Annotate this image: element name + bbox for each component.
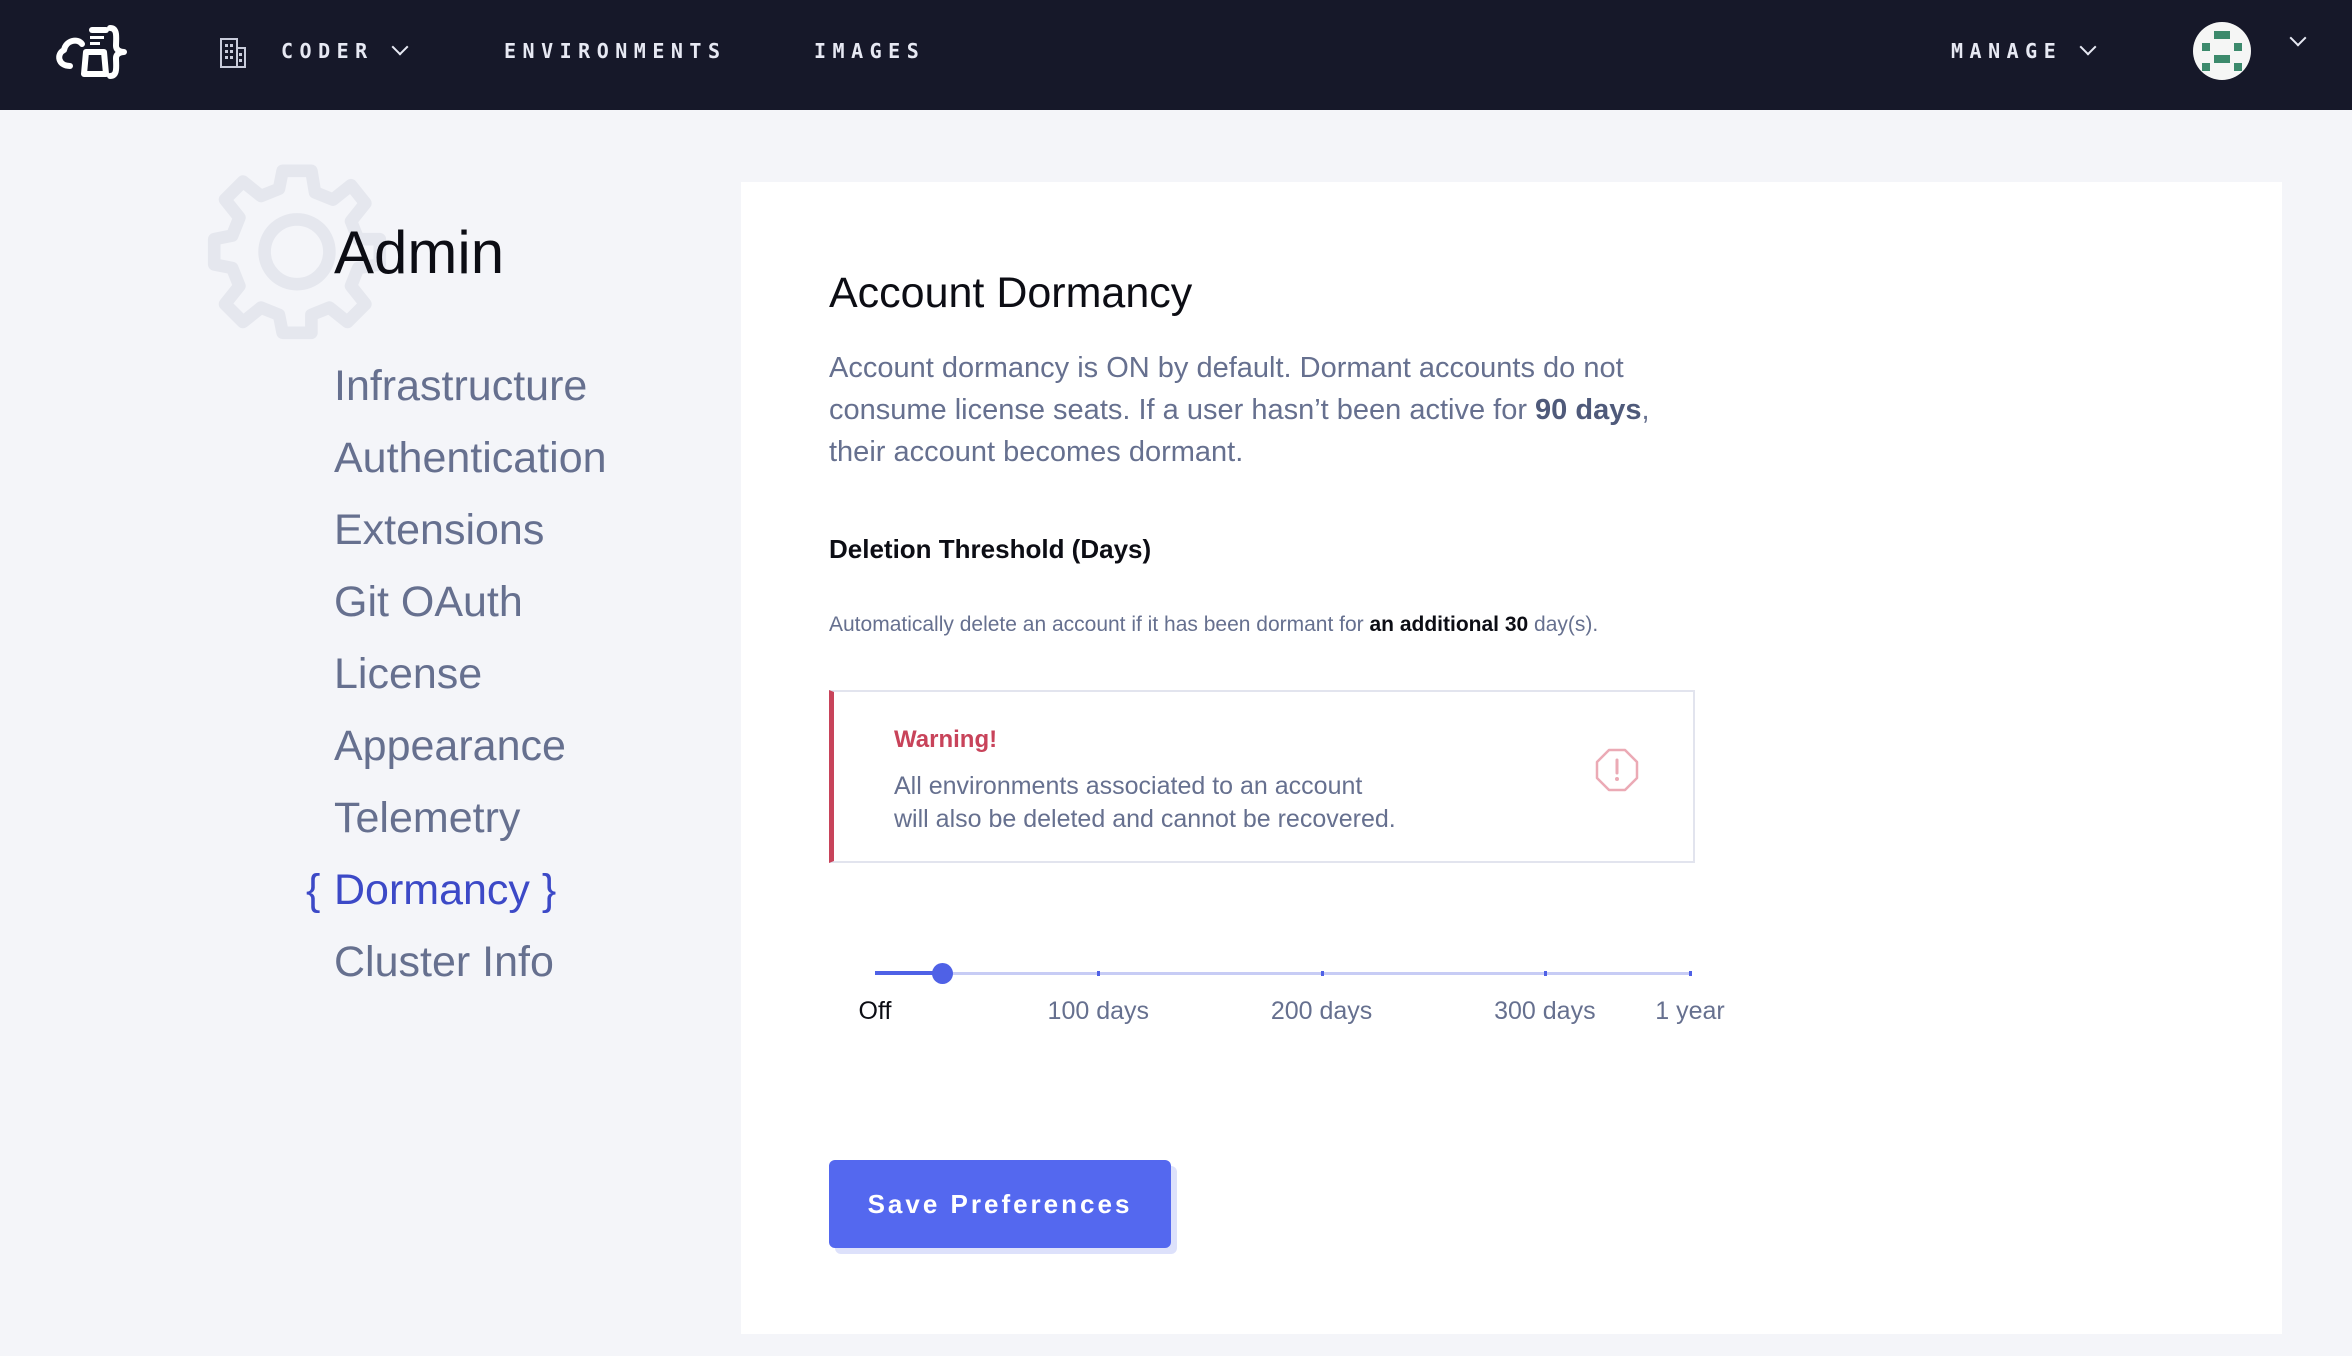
warning-line: All environments associated to an accoun…: [894, 772, 1363, 800]
description-days: 90 days: [1535, 394, 1642, 426]
chevron-down-icon: [391, 38, 409, 56]
nav-environments-label: ENVIRONMENTS: [504, 39, 727, 63]
active-brace-close: }: [541, 866, 557, 914]
org-label: CODER: [281, 39, 374, 63]
sidebar-item-label: Git OAuth: [334, 578, 523, 626]
description-text: Account dormancy is ON by default. Dorma…: [829, 352, 1624, 426]
sidebar-item-dormancy[interactable]: { Dormancy }: [300, 859, 607, 931]
slider-mark-label[interactable]: 100 days: [1048, 997, 1149, 1026]
dormancy-settings-card: Account Dormancy Account dormancy is ON …: [741, 182, 2282, 1334]
admin-sidebar-nav: Infrastructure Authentication Extensions…: [300, 355, 607, 1003]
warning-title: Warning!: [894, 726, 998, 753]
sidebar-item-appearance[interactable]: Appearance: [300, 715, 607, 787]
manage-label: MANAGE: [1951, 39, 2063, 63]
warning-callout: Warning! All environments associated to …: [829, 690, 1695, 863]
sidebar-item-label: Dormancy: [334, 866, 530, 914]
threshold-label: Deletion Threshold (Days): [829, 534, 1152, 564]
manage-menu[interactable]: MANAGE: [1951, 36, 2097, 66]
chevron-down-icon: [2079, 38, 2097, 56]
slider-thumb[interactable]: [931, 963, 953, 984]
alert-octagon-icon: [1595, 748, 1639, 792]
nav-environments[interactable]: ENVIRONMENTS: [504, 36, 727, 66]
page-title: Account Dormancy: [829, 269, 1193, 317]
sidebar-title: Admin: [334, 219, 505, 286]
help-text: Automatically delete an account if it ha…: [829, 613, 1370, 636]
user-avatar[interactable]: [2193, 22, 2251, 80]
top-navbar: CODER ENVIRONMENTS IMAGES MANAGE: [0, 0, 2352, 110]
deletion-threshold-slider[interactable]: [875, 961, 1692, 1001]
sidebar-item-label: Infrastructure: [334, 362, 588, 410]
sidebar-item-infrastructure[interactable]: Infrastructure: [300, 355, 607, 427]
org-switcher[interactable]: CODER: [281, 36, 409, 66]
threshold-help: Automatically delete an account if it ha…: [829, 613, 1598, 637]
chevron-down-icon[interactable]: [2289, 29, 2307, 47]
help-text-end: day(s).: [1528, 613, 1599, 636]
building-icon: [220, 38, 246, 68]
sidebar-item-label: Telemetry: [334, 794, 521, 842]
slider-mark-label[interactable]: 300 days: [1494, 997, 1595, 1026]
sidebar-item-authentication[interactable]: Authentication: [300, 427, 607, 499]
nav-images-label: IMAGES: [814, 39, 926, 63]
slider-mark-label[interactable]: Off: [859, 997, 892, 1026]
sidebar-item-license[interactable]: License: [300, 643, 607, 715]
save-preferences-button[interactable]: Save Preferences: [829, 1160, 1171, 1248]
sidebar-item-label: Extensions: [334, 506, 545, 554]
warning-message: All environments associated to an accoun…: [894, 770, 1454, 836]
active-brace-open: {: [306, 866, 321, 914]
sidebar-item-label: Cluster Info: [334, 938, 554, 986]
sidebar-item-extensions[interactable]: Extensions: [300, 499, 607, 571]
sidebar-item-label: Authentication: [334, 434, 607, 482]
slider-mark-label[interactable]: 1 year: [1655, 997, 1724, 1026]
slider-tick: [1320, 971, 1324, 976]
slider-track[interactable]: [875, 972, 1690, 975]
dormancy-description: Account dormancy is ON by default. Dorma…: [829, 347, 1709, 473]
slider-mark-label[interactable]: 200 days: [1271, 997, 1372, 1026]
help-value: an additional 30: [1369, 613, 1529, 636]
sidebar-item-telemetry[interactable]: Telemetry: [300, 787, 607, 859]
nav-images[interactable]: IMAGES: [814, 36, 925, 66]
sidebar-item-label: License: [334, 650, 483, 698]
slider-tick: [1097, 971, 1101, 976]
coder-logo-icon[interactable]: [50, 22, 136, 82]
slider-tick: [1543, 971, 1547, 976]
identicon-icon: [2202, 31, 2242, 71]
sidebar-item-label: Appearance: [334, 722, 566, 770]
warning-line: will also be deleted and cannot be recov…: [894, 805, 1396, 833]
slider-tick: [1689, 971, 1692, 976]
sidebar-item-cluster-info[interactable]: Cluster Info: [300, 931, 607, 1003]
sidebar-item-git-oauth[interactable]: Git OAuth: [300, 571, 607, 643]
